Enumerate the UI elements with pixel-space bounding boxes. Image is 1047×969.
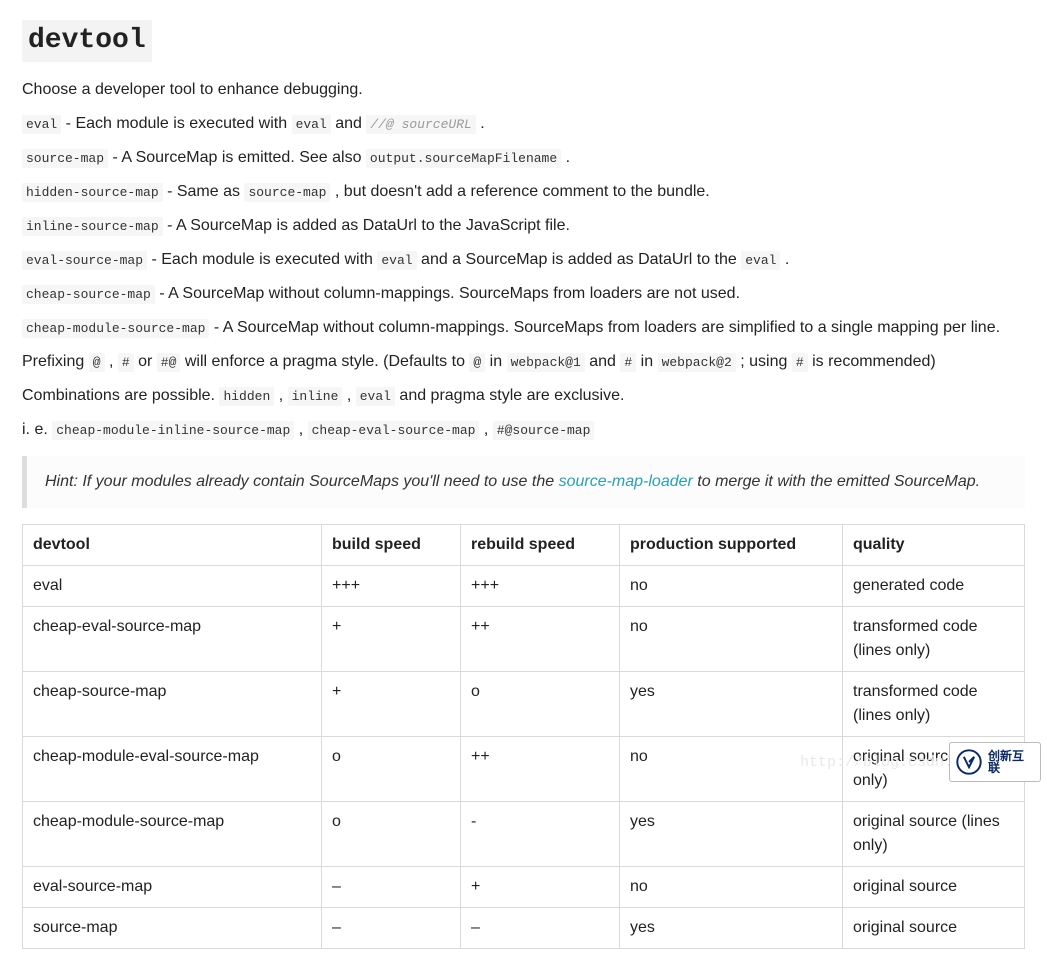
code-token: eval <box>22 115 61 134</box>
code-token: #@source-map <box>493 421 595 440</box>
table-cell: o <box>322 802 461 867</box>
table-cell: eval-source-map <box>23 867 322 908</box>
table-cell: original source (lines only) <box>843 802 1025 867</box>
table-cell: source-map <box>23 908 322 949</box>
table-header-row: devtool build speed rebuild speed produc… <box>23 525 1025 566</box>
code-token: cheap-eval-source-map <box>308 421 480 440</box>
option-cheap-source-map: cheap-source-map - A SourceMap without c… <box>22 282 1025 306</box>
code-token: cheap-source-map <box>22 285 155 304</box>
col-build-speed: build speed <box>322 525 461 566</box>
code-token: cheap-module-source-map <box>22 319 209 338</box>
code-token: webpack@2 <box>658 353 736 372</box>
table-cell: – <box>322 867 461 908</box>
table-cell: ++ <box>461 607 620 672</box>
table-cell: yes <box>620 672 843 737</box>
devtool-table: devtool build speed rebuild speed produc… <box>22 524 1025 949</box>
code-token: hidden-source-map <box>22 183 163 202</box>
table-row: eval++++++nogenerated code <box>23 566 1025 607</box>
table-cell: cheap-module-eval-source-map <box>23 737 322 802</box>
table-cell: original source <box>843 867 1025 908</box>
col-production: production supported <box>620 525 843 566</box>
table-cell: cheap-module-source-map <box>23 802 322 867</box>
table-cell: – <box>461 908 620 949</box>
table-row: cheap-source-map+oyestransformed code (l… <box>23 672 1025 737</box>
page-title: devtool <box>22 20 152 62</box>
table-cell: - <box>461 802 620 867</box>
hint-block: Hint: If your modules already contain So… <box>22 456 1025 508</box>
table-cell: – <box>322 908 461 949</box>
table-cell: +++ <box>322 566 461 607</box>
code-token: hidden <box>219 387 274 406</box>
table-cell: no <box>620 867 843 908</box>
table-cell: transformed code (lines only) <box>843 607 1025 672</box>
option-eval-source-map: eval-source-map - Each module is execute… <box>22 248 1025 272</box>
option-cheap-module-source-map: cheap-module-source-map - A SourceMap wi… <box>22 316 1025 340</box>
table-cell: yes <box>620 908 843 949</box>
table-cell: original source <box>843 908 1025 949</box>
code-token: @ <box>469 353 485 372</box>
code-token: cheap-module-inline-source-map <box>52 421 294 440</box>
table-cell: yes <box>620 802 843 867</box>
table-cell: no <box>620 607 843 672</box>
code-token: output.sourceMapFilename <box>366 149 561 168</box>
code-token: eval <box>741 251 780 270</box>
col-devtool: devtool <box>23 525 322 566</box>
table-row: cheap-module-eval-source-mapo++noorigina… <box>23 737 1025 802</box>
code-token: eval <box>356 387 395 406</box>
code-comment: //@ sourceURL <box>366 115 475 134</box>
code-token: inline <box>288 387 343 406</box>
table-cell: no <box>620 566 843 607</box>
code-token: eval <box>377 251 416 270</box>
table-cell: cheap-source-map <box>23 672 322 737</box>
table-row: source-map––yesoriginal source <box>23 908 1025 949</box>
table-cell: +++ <box>461 566 620 607</box>
table-cell: transformed code (lines only) <box>843 672 1025 737</box>
table-cell: o <box>322 737 461 802</box>
prefix-note: Prefixing @ , # or #@ will enforce a pra… <box>22 350 1025 374</box>
code-token: webpack@1 <box>507 353 585 372</box>
table-cell: o <box>461 672 620 737</box>
table-cell: + <box>322 672 461 737</box>
code-token: # <box>118 353 134 372</box>
table-row: cheap-eval-source-map+++notransformed co… <box>23 607 1025 672</box>
code-token: source-map <box>22 149 108 168</box>
code-token: eval <box>292 115 331 134</box>
table-cell: + <box>461 867 620 908</box>
code-token: # <box>792 353 808 372</box>
col-rebuild-speed: rebuild speed <box>461 525 620 566</box>
table-cell: eval <box>23 566 322 607</box>
examples-line: i. e. cheap-module-inline-source-map , c… <box>22 418 1025 442</box>
brand-text: 创新互联 <box>988 750 1034 774</box>
hint-post: to merge it with the emitted SourceMap. <box>693 473 980 490</box>
table-row: eval-source-map–+nooriginal source <box>23 867 1025 908</box>
code-token: source-map <box>244 183 330 202</box>
table-cell: ++ <box>461 737 620 802</box>
code-token: eval-source-map <box>22 251 147 270</box>
col-quality: quality <box>843 525 1025 566</box>
table-cell: no <box>620 737 843 802</box>
brand-badge: 创新互联 <box>949 742 1041 782</box>
table-cell: cheap-eval-source-map <box>23 607 322 672</box>
code-token: # <box>620 353 636 372</box>
intro-text: Choose a developer tool to enhance debug… <box>22 78 1025 102</box>
code-token: @ <box>89 353 105 372</box>
option-source-map: source-map - A SourceMap is emitted. See… <box>22 146 1025 170</box>
code-token: #@ <box>157 353 181 372</box>
code-token: inline-source-map <box>22 217 163 236</box>
option-inline-source-map: inline-source-map - A SourceMap is added… <box>22 214 1025 238</box>
source-map-loader-link[interactable]: source-map-loader <box>559 473 693 490</box>
table-row: cheap-module-source-mapo-yesoriginal sou… <box>23 802 1025 867</box>
option-hidden-source-map: hidden-source-map - Same as source-map ,… <box>22 180 1025 204</box>
hint-pre: Hint: If your modules already contain So… <box>45 473 559 490</box>
table-cell: + <box>322 607 461 672</box>
brand-icon <box>956 749 982 775</box>
option-eval: eval - Each module is executed with eval… <box>22 112 1025 136</box>
table-cell: generated code <box>843 566 1025 607</box>
combinations-note: Combinations are possible. hidden , inli… <box>22 384 1025 408</box>
